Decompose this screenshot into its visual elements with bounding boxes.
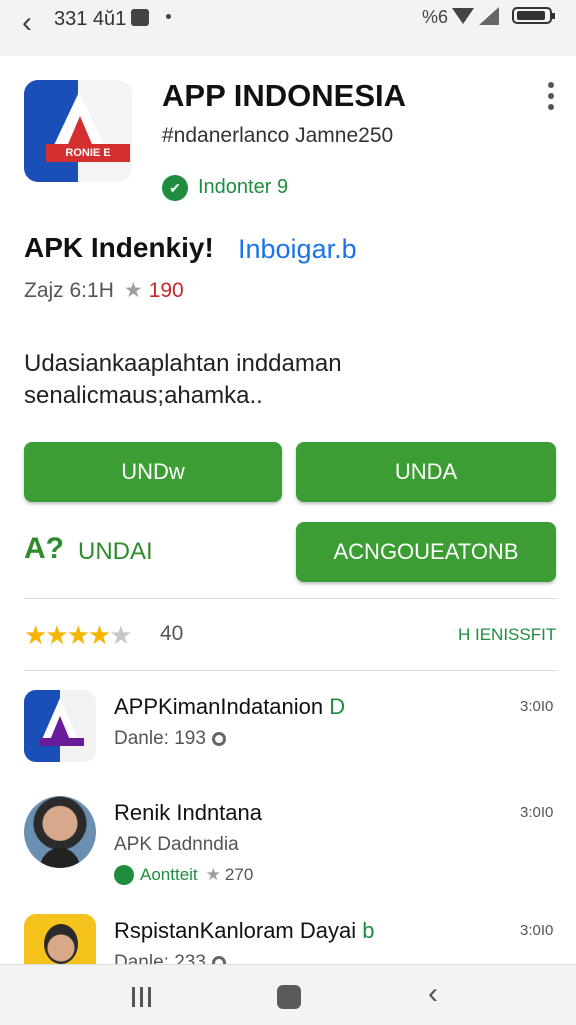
- rating-link[interactable]: H IENISSFIT: [458, 625, 556, 645]
- list-item[interactable]: Renik Indntana APK Dadnndia Aontteit ★ 270…: [0, 796, 576, 896]
- signal-icon: [479, 7, 499, 25]
- list-item[interactable]: APPKimanIndatanion D Danle: 193 3:0I0: [0, 690, 576, 790]
- back-arrow-icon[interactable]: ‹: [22, 8, 32, 38]
- unda-button[interactable]: UNDA: [296, 442, 556, 502]
- divider: [24, 598, 558, 599]
- list-item-mark: D: [329, 694, 346, 719]
- recents-icon[interactable]: [132, 987, 154, 1007]
- list-item-title: RspistanKanloram Dayai b: [114, 918, 375, 943]
- nav-back-icon[interactable]: ‹: [428, 977, 438, 1011]
- nav-bar: ‹: [0, 964, 576, 1025]
- list-item-size: 3:0I0: [520, 804, 554, 821]
- undai-link[interactable]: UNDAI: [78, 538, 153, 566]
- list-item-size: 3:0I0: [520, 698, 554, 715]
- rating-half-star: ★: [109, 620, 132, 650]
- list-item-size: 3:0I0: [520, 922, 554, 939]
- rating-count: 40: [160, 622, 184, 645]
- list-item-sub: Danle: 193: [114, 728, 226, 750]
- network-label: %6: [422, 7, 449, 27]
- description-line-1: Udasiankaaplahtan inddaman: [24, 350, 342, 377]
- check-circle-icon: [114, 864, 134, 885]
- rating-filled-stars: ★★★★: [24, 620, 111, 650]
- acngoueatonb-button[interactable]: ACNGOUEATONB: [296, 522, 556, 582]
- badge-text: Aontteit: [140, 864, 198, 884]
- list-item-title: APPKimanIndatanion D: [114, 694, 346, 719]
- star-icon: ★: [205, 864, 221, 884]
- more-vert-icon[interactable]: [543, 82, 559, 115]
- home-icon[interactable]: [277, 985, 301, 1009]
- list-item-badge: Aontteit ★ 270: [114, 864, 253, 885]
- wifi-icon: [452, 8, 474, 24]
- meta-count: 190: [148, 279, 184, 302]
- check-circle-icon: ✔: [162, 175, 188, 201]
- app-icon: RONIE E: [24, 80, 132, 182]
- description-line-2: senalicmaus;ahamka..: [24, 382, 263, 409]
- meta-row: Zajz 6:1H ★ 190: [24, 278, 184, 303]
- verified-label: Indonter 9: [198, 176, 289, 198]
- rating-stars: ★★★★★: [24, 620, 133, 651]
- app-icon-banner: RONIE E: [46, 144, 130, 162]
- developer-name[interactable]: #ndanerlanco Jamne250: [162, 124, 393, 148]
- gear-icon: [211, 731, 226, 746]
- section-title: APK Indenkiy!: [24, 232, 214, 263]
- status-bar: ‹ 331 4ŭ1 %6: [0, 0, 576, 56]
- status-time: 331 4ŭ1: [54, 8, 127, 30]
- section-link[interactable]: Inboigar.b: [238, 234, 357, 265]
- list-item-sub: APK Dadnndia: [114, 834, 239, 855]
- ap-label: A?: [24, 532, 64, 565]
- description: Udasiankaaplahtan inddaman senalicmaus;a…: [24, 348, 544, 412]
- star-icon: ★: [123, 279, 143, 302]
- meta-label: Zajz 6:1H: [24, 279, 114, 302]
- list-avatar: [24, 796, 96, 868]
- notification-dot-icon: [166, 14, 171, 19]
- divider: [24, 670, 558, 671]
- app-title: APP INDONESIA: [162, 78, 407, 113]
- list-app-icon: [24, 690, 96, 762]
- list-item-title: Renik Indntana: [114, 800, 262, 825]
- notification-icon: [131, 9, 149, 26]
- badge-count: 270: [224, 864, 254, 884]
- battery-icon: [512, 7, 555, 24]
- list-item-mark: b: [362, 918, 375, 943]
- undw-button[interactable]: UNDw: [24, 442, 282, 502]
